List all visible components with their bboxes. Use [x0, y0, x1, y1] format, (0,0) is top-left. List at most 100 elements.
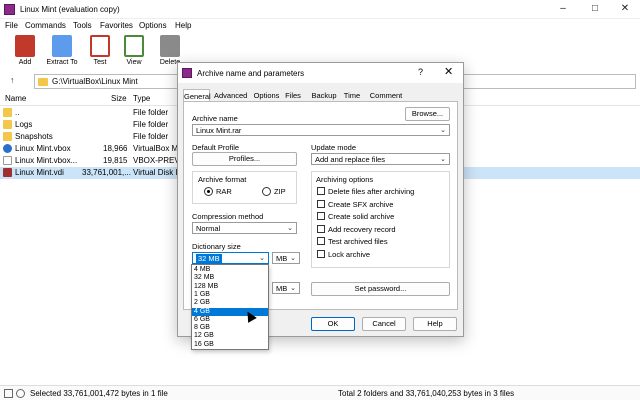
item-name: Logs: [15, 120, 33, 129]
add-button[interactable]: Add: [6, 33, 44, 71]
split-unit-select[interactable]: MB ⌄: [272, 282, 300, 294]
item-type: VirtualBox M: [133, 144, 179, 153]
item-name: Linux Mint.vbox: [15, 144, 71, 153]
help-button[interactable]: Help: [413, 317, 457, 331]
add-archive-icon: [15, 35, 35, 57]
default-profile-label: Default Profile: [192, 143, 240, 152]
zip-radio[interactable]: [262, 187, 271, 196]
item-size: 18,966: [103, 144, 128, 153]
winrar-app-icon: [4, 4, 15, 15]
column-name[interactable]: Name: [5, 94, 26, 103]
chevron-down-icon: ⌄: [440, 156, 446, 163]
archive-format-label: Archive format: [198, 175, 247, 184]
view-button[interactable]: View: [115, 33, 153, 71]
item-type: File folder: [133, 132, 169, 141]
recovery-record-label: Add recovery record: [328, 225, 396, 234]
ok-button[interactable]: OK: [311, 317, 355, 331]
window-title: Linux Mint (evaluation copy): [20, 5, 120, 14]
help-icon[interactable]: ?: [418, 67, 423, 77]
trash-icon: [160, 35, 180, 57]
delete-files-checkbox[interactable]: [317, 187, 325, 195]
maximize-button[interactable]: □: [588, 3, 602, 15]
browse-button[interactable]: Browse...: [405, 107, 450, 121]
item-name: Linux Mint.vbox...: [15, 156, 78, 165]
view-label: View: [126, 59, 142, 66]
column-size[interactable]: Size: [111, 94, 127, 103]
dictionary-option[interactable]: 16 GB: [192, 341, 268, 349]
vbox-icon: [3, 144, 12, 153]
compression-method-select[interactable]: Normal ⌄: [192, 222, 297, 234]
menu-commands[interactable]: Commands: [25, 21, 66, 30]
update-mode-select[interactable]: Add and replace files ⌄: [311, 153, 450, 165]
profiles-button[interactable]: Profiles...: [192, 152, 297, 166]
dictionary-option[interactable]: 1 GB: [192, 291, 268, 299]
item-name: Snapshots: [15, 132, 53, 141]
lock-archive-checkbox[interactable]: [317, 250, 325, 258]
archiving-options-label: Archiving options: [316, 175, 374, 184]
key-icon: [16, 389, 25, 398]
dictionary-size-label: Dictionary size: [192, 242, 241, 251]
item-name: ..: [15, 108, 20, 117]
create-solid-label: Create solid archive: [328, 212, 395, 221]
dictionary-option-highlighted[interactable]: 4 GB: [192, 307, 268, 316]
status-bar: Selected 33,761,001,472 bytes in 1 file …: [0, 385, 640, 400]
item-type: File folder: [133, 108, 169, 117]
folder-icon: [3, 132, 12, 141]
vdi-icon: [3, 168, 12, 177]
test-label: Test: [93, 59, 107, 66]
test-archived-checkbox[interactable]: [317, 237, 325, 245]
chevron-down-icon: ⌄: [287, 225, 293, 232]
item-type: File folder: [133, 120, 169, 129]
dialog-title-bar: Archive name and parameters ? ✕: [178, 63, 463, 83]
extract-to-button[interactable]: Extract To: [43, 33, 81, 71]
archiving-options-group: Archiving options Delete files after arc…: [311, 171, 450, 268]
column-type[interactable]: Type: [133, 94, 150, 103]
create-sfx-checkbox[interactable]: [317, 200, 325, 208]
menu-tools[interactable]: Tools: [73, 21, 92, 30]
cancel-button[interactable]: Cancel: [362, 317, 406, 331]
close-button[interactable]: ✕: [618, 3, 632, 15]
item-type: Virtual Disk I: [133, 168, 178, 177]
status-selected: Selected 33,761,001,472 bytes in 1 file: [30, 389, 168, 398]
dictionary-option[interactable]: 128 MB: [192, 283, 268, 291]
set-password-button[interactable]: Set password...: [311, 282, 450, 296]
dialog-title: Archive name and parameters: [197, 69, 305, 78]
dialog-close-icon[interactable]: ✕: [444, 65, 453, 78]
rar-label: RAR: [216, 187, 232, 196]
dictionary-option[interactable]: 2 GB: [192, 299, 268, 307]
archive-format-group: Archive format RAR ZIP: [192, 171, 297, 204]
zip-label: ZIP: [274, 187, 286, 196]
test-clipboard-icon: [90, 35, 110, 57]
up-arrow-icon[interactable]: ↑: [10, 75, 15, 85]
menu-options[interactable]: Options: [139, 21, 167, 30]
minimize-button[interactable]: –: [556, 3, 570, 15]
menu-file[interactable]: File: [5, 21, 18, 30]
item-size: 33,761,001,...: [82, 168, 131, 177]
menu-favorites[interactable]: Favorites: [100, 21, 133, 30]
dictionary-option[interactable]: 12 GB: [192, 332, 268, 340]
delete-files-label: Delete files after archiving: [328, 187, 415, 196]
winrar-dialog-icon: [182, 68, 192, 78]
test-archived-label: Test archived files: [328, 237, 388, 246]
recovery-record-checkbox[interactable]: [317, 225, 325, 233]
test-button[interactable]: Test: [81, 33, 119, 71]
dictionary-unit-select[interactable]: MB ⌄: [272, 252, 300, 264]
rar-radio[interactable]: [204, 187, 213, 196]
menu-bar: File Commands Tools Favorites Options He…: [0, 19, 640, 33]
item-size: 19,815: [103, 156, 128, 165]
dictionary-option[interactable]: 32 MB: [192, 274, 268, 282]
dictionary-size-select[interactable]: 32 MB ⌄: [192, 252, 269, 264]
file-icon: [3, 156, 12, 165]
chevron-down-icon: ⌄: [290, 285, 296, 292]
archive-name-value: Linux Mint.rar: [196, 126, 242, 135]
archive-name-field[interactable]: Linux Mint.rar ⌄: [192, 124, 450, 136]
folder-icon: [3, 120, 12, 129]
menu-help[interactable]: Help: [175, 21, 191, 30]
view-book-icon: [124, 35, 144, 57]
add-label: Add: [18, 59, 32, 66]
folder-icon: [38, 78, 48, 86]
dictionary-option[interactable]: 8 GB: [192, 324, 268, 332]
dictionary-option[interactable]: 4 MB: [192, 266, 268, 274]
compression-method-label: Compression method: [192, 212, 264, 221]
create-solid-checkbox[interactable]: [317, 212, 325, 220]
